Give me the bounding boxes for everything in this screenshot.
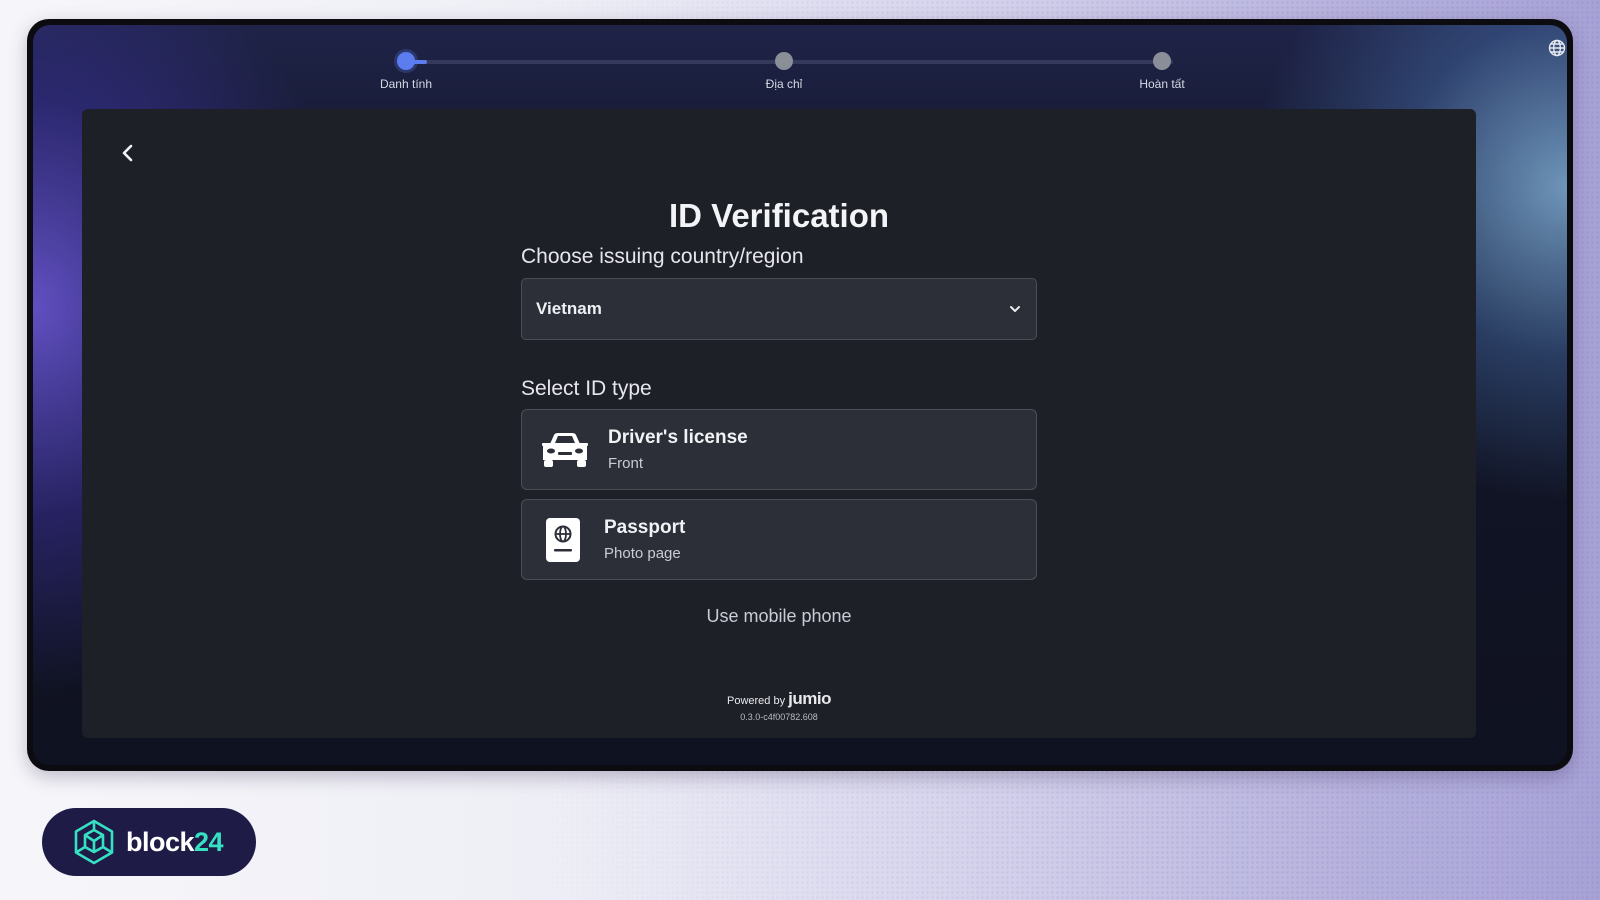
block24-wordmark: block24	[126, 826, 224, 858]
step-dot	[1153, 52, 1171, 70]
step-address: Địa chỉ	[714, 52, 854, 91]
passport-icon	[522, 517, 604, 563]
back-chevron-icon[interactable]	[116, 141, 140, 165]
option-title: Driver's license	[608, 427, 748, 448]
step-label: Danh tính	[379, 77, 433, 91]
country-select-value: Vietnam	[536, 299, 602, 318]
step-complete: Hoàn tất	[1092, 52, 1232, 91]
step-label: Địa chỉ	[765, 77, 803, 91]
passport-option[interactable]: Passport Photo page	[521, 499, 1037, 580]
car-icon	[522, 430, 608, 470]
chevron-down-icon	[1010, 306, 1020, 312]
step-identity: Danh tính	[336, 52, 476, 91]
verification-card: ID Verification Choose issuing country/r…	[82, 109, 1476, 738]
page-title: ID Verification	[668, 197, 890, 234]
country-label: Choose issuing country/region	[521, 245, 804, 268]
jumio-logo: jumio	[788, 689, 831, 708]
step-dot	[775, 52, 793, 70]
wordmark-accent: 24	[194, 826, 224, 857]
powered-by-label: Powered by	[727, 695, 786, 707]
progress-stepper: Danh tính Địa chỉ Hoàn tất	[33, 25, 1567, 115]
block24-watermark: block24	[42, 808, 256, 876]
powered-by: Powered by jumio	[521, 689, 1037, 709]
use-mobile-phone-link[interactable]: Use mobile phone	[521, 606, 1037, 627]
block24-hexagon-icon	[74, 819, 114, 865]
option-subtitle: Photo page	[604, 545, 681, 562]
language-globe-icon[interactable]	[1547, 38, 1567, 58]
country-select[interactable]: Vietnam	[521, 278, 1037, 340]
step-dot-active	[397, 52, 415, 70]
drivers-license-option[interactable]: Driver's license Front	[521, 409, 1037, 490]
id-type-label: Select ID type	[521, 377, 652, 400]
version-text: 0.3.0-c4f00782.608	[740, 712, 818, 722]
app-window: Danh tính Địa chỉ Hoàn tất ID Verificati…	[27, 19, 1573, 771]
option-subtitle: Front	[608, 455, 644, 472]
app-viewport: Danh tính Địa chỉ Hoàn tất ID Verificati…	[33, 25, 1567, 765]
step-label: Hoàn tất	[1139, 77, 1185, 91]
wordmark-main: block	[126, 826, 195, 857]
option-title: Passport	[604, 517, 686, 538]
